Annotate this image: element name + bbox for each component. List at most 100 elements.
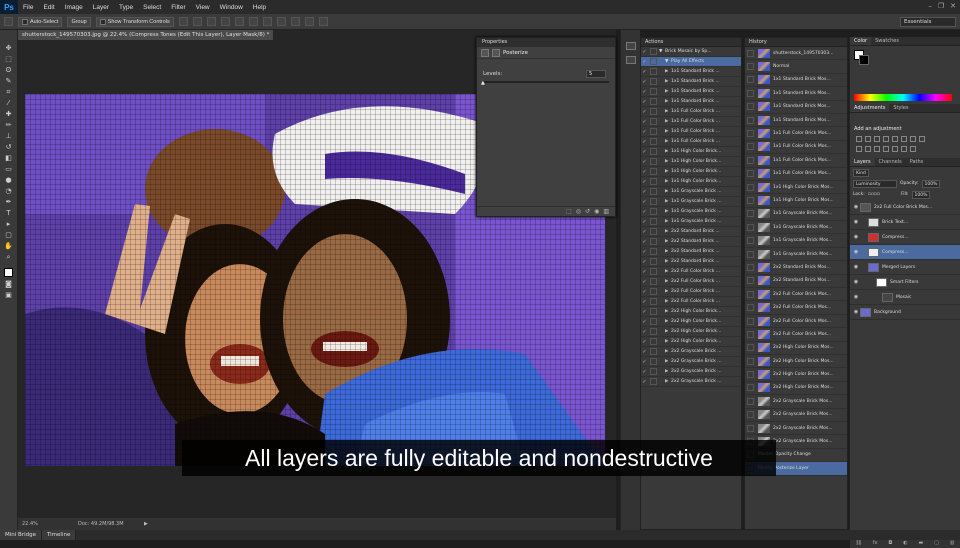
document-tab[interactable]: shutterstock_149570303.jpg @ 22.4% (Comp… xyxy=(18,30,274,40)
layer-row[interactable]: ◉ Brick Text... xyxy=(850,215,960,230)
doc-size[interactable]: Doc: 49.2M/98.3M xyxy=(78,518,124,530)
dialog-toggle-icon[interactable] xyxy=(650,308,657,315)
check-icon[interactable]: ✓ xyxy=(641,299,648,305)
dialog-toggle-icon[interactable] xyxy=(650,218,657,225)
check-icon[interactable]: ✓ xyxy=(641,99,648,105)
screen-mode-icon[interactable]: ▣ xyxy=(3,291,14,299)
menu-image[interactable]: Image xyxy=(60,4,88,11)
history-state[interactable]: 2x2 Grayscale Brick Mos... xyxy=(745,422,847,436)
dialog-toggle-icon[interactable] xyxy=(650,278,657,285)
channel-mixer-icon[interactable] xyxy=(865,146,871,152)
menu-help[interactable]: Help xyxy=(248,4,271,11)
check-icon[interactable]: ✓ xyxy=(641,329,648,335)
history-brush-source-icon[interactable] xyxy=(747,330,754,338)
action-item[interactable]: ✓ ▶ 1x1 Full Color Brick ... xyxy=(641,107,741,117)
threshold-icon[interactable] xyxy=(901,146,907,152)
levels-input[interactable]: 5 xyxy=(586,70,606,78)
history-state[interactable]: 2x2 High Color Brick Mos... xyxy=(745,382,847,396)
history-state[interactable]: 1x1 Full Color Brick Mos... xyxy=(745,127,847,141)
check-icon[interactable]: ✓ xyxy=(641,259,648,265)
action-item[interactable]: ✓ ▶ 2x2 High Color Brick... xyxy=(641,337,741,347)
crop-tool-icon[interactable]: ⌗ xyxy=(3,88,14,96)
show-transform-checkbox[interactable]: Show Transform Controls xyxy=(95,16,174,27)
bw-icon[interactable] xyxy=(919,136,925,142)
check-icon[interactable]: ✓ xyxy=(641,109,648,115)
history-state[interactable]: 1x1 Full Color Brick Mos... xyxy=(745,154,847,168)
action-item[interactable]: ✓ ▶ 2x2 Full Color Brick ... xyxy=(641,287,741,297)
tab-styles[interactable]: Styles xyxy=(889,104,912,112)
dialog-toggle-icon[interactable] xyxy=(650,198,657,205)
check-icon[interactable]: ✓ xyxy=(641,89,648,95)
history-state[interactable]: 1x1 Full Color Brick Mos... xyxy=(745,168,847,181)
opacity-input[interactable]: 100% xyxy=(921,179,941,188)
trash-icon[interactable]: ▥ xyxy=(950,540,955,546)
visibility-eye-icon[interactable]: ◉ xyxy=(852,204,860,210)
dialog-toggle-icon[interactable] xyxy=(650,248,657,255)
check-icon[interactable]: ✓ xyxy=(641,269,648,275)
check-icon[interactable]: ✓ xyxy=(641,179,648,185)
dialog-toggle-icon[interactable] xyxy=(650,288,657,295)
tab-adjustments[interactable]: Adjustments xyxy=(850,104,890,112)
history-state[interactable]: 1x1 Standard Brick Mos... xyxy=(745,74,847,88)
menu-file[interactable]: File xyxy=(18,4,38,11)
distribute-icon[interactable] xyxy=(262,17,272,26)
check-icon[interactable]: ✓ xyxy=(641,69,648,75)
menu-type[interactable]: Type xyxy=(114,4,138,11)
check-icon[interactable]: ✓ xyxy=(641,149,648,155)
new-layer-icon[interactable]: ▢ xyxy=(934,540,939,546)
history-state[interactable]: 1x1 High Color Brick Mos... xyxy=(745,181,847,195)
action-item[interactable]: ✓ ▶ 1x1 Full Color Brick ... xyxy=(641,117,741,127)
action-item[interactable]: ✓ ▶ 2x2 High Color Brick... xyxy=(641,327,741,337)
gradient-tool-icon[interactable]: ▭ xyxy=(3,165,14,173)
action-item[interactable]: ✓ ▶ 1x1 Full Color Brick ... xyxy=(641,137,741,147)
check-icon[interactable]: ✓ xyxy=(641,209,648,215)
history-state[interactable]: shutterstock_149570303... xyxy=(745,47,847,61)
history-state[interactable]: 2x2 Standard Brick Mos... xyxy=(745,275,847,289)
photo-filter-icon[interactable] xyxy=(856,146,862,152)
dialog-toggle-icon[interactable] xyxy=(650,78,657,85)
eyedropper-tool-icon[interactable]: ⁄ xyxy=(3,99,14,107)
clip-icon[interactable]: ⬚ xyxy=(566,208,572,215)
dialog-toggle-icon[interactable] xyxy=(650,108,657,115)
action-item[interactable]: ✓ ▶ 1x1 High Color Brick... xyxy=(641,167,741,177)
check-icon[interactable]: ✓ xyxy=(641,199,648,205)
exposure-icon[interactable] xyxy=(883,136,889,142)
history-brush-source-icon[interactable] xyxy=(747,210,754,218)
move-tool-icon[interactable]: ✥ xyxy=(3,44,14,52)
layer-row[interactable]: ◉ Compress... xyxy=(850,245,960,260)
levels-slider[interactable] xyxy=(483,81,609,83)
history-state[interactable]: 1x1 Full Color Brick Mos... xyxy=(745,141,847,155)
layer-kind-filter[interactable]: Kind xyxy=(853,168,869,177)
brush-tool-icon[interactable]: ✏ xyxy=(3,121,14,129)
color-lookup-icon[interactable] xyxy=(874,146,880,152)
history-brush-source-icon[interactable] xyxy=(747,290,754,298)
check-icon[interactable]: ✓ xyxy=(641,339,648,345)
auto-select-dropdown[interactable]: Group xyxy=(67,16,91,27)
history-brush-tool-icon[interactable]: ↺ xyxy=(3,143,14,151)
menu-filter[interactable]: Filter xyxy=(166,4,190,11)
trash-icon[interactable]: ▥ xyxy=(603,208,609,215)
check-icon[interactable]: ✓ xyxy=(641,349,648,355)
action-item[interactable]: ✓ ▶ 1x1 Grayscale Brick ... xyxy=(641,207,741,217)
hue-icon[interactable] xyxy=(901,136,907,142)
fx-icon[interactable]: fx xyxy=(873,540,878,546)
quick-mask-icon[interactable]: ◙ xyxy=(3,280,14,288)
action-item[interactable]: ✓ ▶ 2x2 Standard Brick ... xyxy=(641,227,741,237)
eraser-tool-icon[interactable]: ◧ xyxy=(3,154,14,162)
properties-header[interactable]: Properties xyxy=(477,38,615,47)
tab-layers[interactable]: Layers xyxy=(850,158,875,166)
menu-window[interactable]: Window xyxy=(215,4,248,11)
properties-panel-icon[interactable] xyxy=(625,56,636,64)
action-item[interactable]: ✓ ▶ 2x2 Grayscale Brick ... xyxy=(641,357,741,367)
check-icon[interactable]: ✓ xyxy=(641,359,648,365)
check-icon[interactable]: ✓ xyxy=(641,159,648,165)
menu-view[interactable]: View xyxy=(191,4,215,11)
dialog-toggle-icon[interactable] xyxy=(650,138,657,145)
lock-icon[interactable]: ▫▫▫▫ xyxy=(868,192,880,197)
check-icon[interactable]: ✓ xyxy=(641,229,648,235)
action-item[interactable]: ✓ ▶ 1x1 Grayscale Brick ... xyxy=(641,217,741,227)
visibility-icon[interactable]: ◉ xyxy=(594,208,599,215)
history-state[interactable]: 2x2 Standard Brick Mos... xyxy=(745,261,847,275)
action-item[interactable]: ✓ ▶ 2x2 Grayscale Brick ... xyxy=(641,377,741,387)
dialog-toggle-icon[interactable] xyxy=(650,48,657,55)
